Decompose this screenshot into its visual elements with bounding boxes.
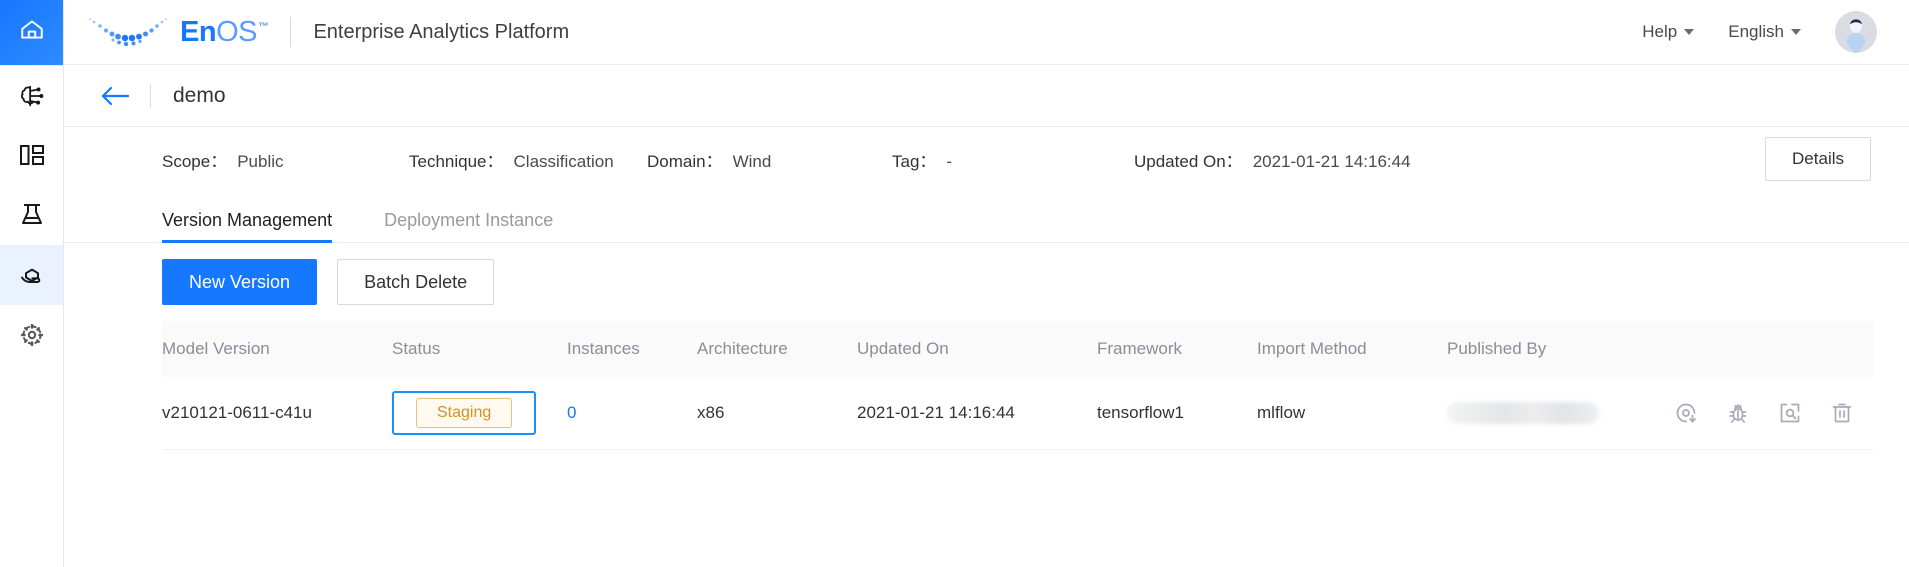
table-header: Model Version Status Instances Architect…: [162, 321, 1873, 377]
cell-actions: [1676, 377, 1873, 450]
col-status: Status: [392, 321, 567, 377]
status-badge: Staging: [416, 397, 513, 428]
details-button[interactable]: Details: [1765, 137, 1871, 181]
col-model-version: Model Version: [162, 321, 392, 377]
model-meta-row: Scope： Public Technique： Classification Do…: [64, 127, 1909, 191]
col-architecture: Architecture: [697, 321, 857, 377]
brand-trademark: ™: [257, 20, 269, 33]
meta-scope-value: Public: [237, 151, 284, 171]
table-toolbar: New Version Batch Delete: [64, 243, 1909, 321]
row-action-group: [1676, 400, 1861, 426]
primary-sidebar: [0, 0, 64, 567]
user-avatar-icon: [1835, 11, 1877, 53]
col-instances: Instances: [567, 321, 697, 377]
brain-icon: [17, 81, 47, 111]
flask-icon: [18, 201, 46, 229]
tab-deployment-instance[interactable]: Deployment Instance: [384, 210, 553, 242]
platform-subtitle: Enterprise Analytics Platform: [313, 20, 570, 43]
arrow-left-icon: [101, 86, 130, 105]
status-focus-ring[interactable]: Staging: [392, 390, 537, 435]
col-updated-on: Updated On: [857, 321, 1097, 377]
help-label: Help: [1642, 22, 1678, 41]
sidebar-item-lab[interactable]: [0, 185, 63, 245]
inspect-icon[interactable]: [1777, 400, 1803, 426]
meta-scope-label: Scope：: [162, 151, 228, 171]
batch-delete-button[interactable]: Batch Delete: [337, 259, 495, 305]
enos-swoosh-icon: [86, 10, 174, 55]
language-dropdown[interactable]: English: [1728, 22, 1801, 42]
chevron-down-icon: [1684, 29, 1695, 35]
brand-logo-block[interactable]: EnOS™: [86, 10, 269, 55]
col-framework: Framework: [1097, 321, 1257, 377]
cell-model-version: v210121-0611-c41u: [162, 377, 392, 450]
sidebar-item-ai-model[interactable]: [0, 65, 63, 125]
meta-technique-value: Classification: [513, 151, 614, 171]
meta-tag-label: Tag：: [892, 151, 937, 171]
meta-scope: Scope： Public: [162, 147, 284, 172]
sidebar-item-dashboard[interactable]: [0, 125, 63, 185]
col-published-by: Published By: [1447, 321, 1707, 377]
delete-icon[interactable]: [1829, 400, 1855, 426]
table-row[interactable]: v210121-0611-c41u Staging 0 x86 2021-01-…: [162, 377, 1873, 450]
header-actions: Help English: [1642, 11, 1877, 53]
cell-instances: 0: [567, 377, 697, 450]
hand-model-icon: [17, 260, 47, 290]
meta-technique: Technique： Classification: [409, 147, 614, 172]
deploy-icon[interactable]: [1673, 400, 1699, 426]
page-title: demo: [173, 83, 226, 107]
debug-icon[interactable]: [1725, 400, 1751, 426]
chevron-down-icon: [1791, 29, 1801, 35]
new-version-button[interactable]: New Version: [162, 259, 318, 305]
meta-tag-value: -: [946, 151, 953, 171]
meta-technique-label: Technique：: [409, 151, 504, 171]
brand-en: En: [180, 15, 217, 48]
meta-tag: Tag： -: [892, 147, 952, 172]
brand-wordmark: EnOS™: [180, 15, 269, 48]
main-column: EnOS™ Enterprise Analytics Platform Help…: [64, 0, 1909, 567]
meta-domain-label: Domain：: [647, 151, 723, 171]
versions-table-container: Model Version Status Instances Architect…: [64, 321, 1909, 567]
home-icon: [19, 17, 45, 48]
col-actions: [1707, 321, 1873, 377]
brand-os: OS: [216, 15, 257, 48]
cell-updated-on: 2021-01-21 14:16:44: [857, 377, 1097, 450]
sidebar-item-settings[interactable]: [0, 305, 63, 365]
meta-updated-value: 2021-01-21 14:16:44: [1252, 151, 1411, 171]
language-label: English: [1728, 22, 1784, 41]
tab-version-management[interactable]: Version Management: [162, 210, 333, 243]
table-body: v210121-0611-c41u Staging 0 x86 2021-01-…: [162, 377, 1873, 450]
col-import-method: Import Method: [1257, 321, 1447, 377]
layout-icon: [18, 141, 46, 169]
meta-updated-on: Updated On： 2021-01-21 14:16:44: [1134, 147, 1411, 172]
versions-table: Model Version Status Instances Architect…: [162, 321, 1873, 450]
sidebar-item-home[interactable]: [0, 0, 63, 65]
meta-updated-label: Updated On：: [1134, 151, 1243, 171]
tab-bar: Version Management Deployment Instance: [64, 191, 1909, 243]
header-divider: [290, 17, 292, 47]
sidebar-item-model-serving[interactable]: [0, 245, 63, 305]
meta-domain: Domain： Wind: [647, 147, 771, 172]
app-root: EnOS™ Enterprise Analytics Platform Help…: [0, 0, 1909, 567]
cell-status: Staging: [392, 377, 567, 450]
avatar[interactable]: [1835, 11, 1877, 53]
breadcrumb: demo: [64, 65, 1909, 127]
settings-target-icon: [18, 321, 46, 349]
back-button[interactable]: [100, 85, 130, 107]
cell-published-by: [1447, 377, 1707, 450]
top-header-bar: EnOS™ Enterprise Analytics Platform Help…: [64, 0, 1909, 65]
cell-framework: tensorflow1: [1097, 377, 1257, 450]
instances-link[interactable]: 0: [567, 403, 576, 422]
published-by-redacted: [1447, 401, 1599, 424]
table-header-row: Model Version Status Instances Architect…: [162, 321, 1873, 377]
breadcrumb-divider: [150, 83, 151, 108]
cell-architecture: x86: [697, 377, 857, 450]
help-dropdown[interactable]: Help: [1642, 22, 1695, 42]
cell-import-method: mlflow: [1257, 377, 1447, 450]
meta-domain-value: Wind: [732, 151, 772, 171]
